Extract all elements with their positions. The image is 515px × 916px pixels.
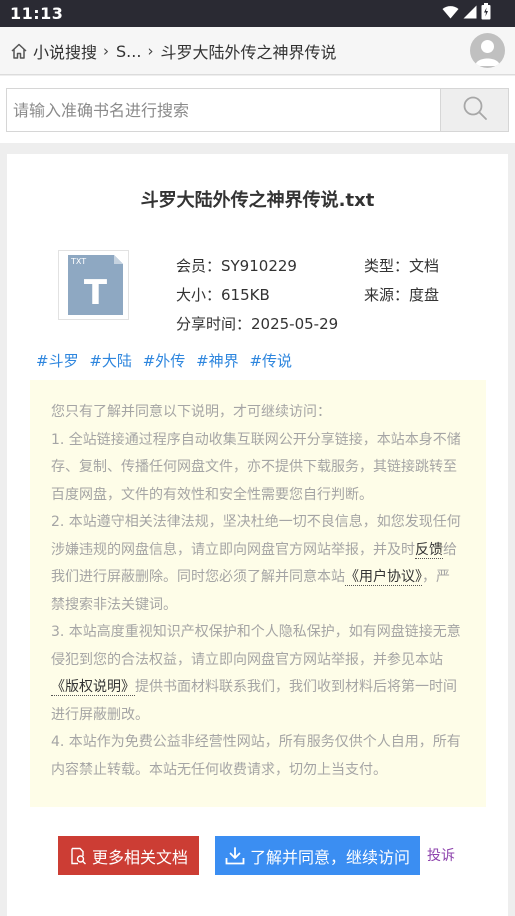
tag-link[interactable]: #大陆 (89, 352, 132, 370)
member-info: 会员：SY910229 (176, 257, 297, 275)
notice-item-1: 1. 全站链接通过程序自动收集互联网公开分享链接，本站本身不储存、复制、传播任何… (51, 431, 461, 503)
file-letter-text: T (84, 273, 108, 313)
user-agreement-link[interactable]: 《用户协议》 (345, 569, 422, 586)
search-icon (462, 95, 488, 125)
breadcrumb-item-category[interactable]: S... (116, 42, 141, 61)
breadcrumb-item-home[interactable]: 小说搜搜 (33, 39, 97, 63)
search-input[interactable] (7, 89, 441, 131)
report-link[interactable]: 投诉 (427, 845, 455, 865)
notice-text: 2. 本站遵守相关法律法规，坚决杜绝一切不良信息，如您发现任何涉嫌违规的网盘信息… (51, 514, 461, 558)
search-bar (0, 76, 515, 143)
home-icon[interactable] (10, 42, 28, 60)
feedback-link[interactable]: 反馈 (415, 541, 443, 559)
document-search-icon (71, 847, 86, 864)
status-bar: 11:13 (0, 0, 515, 27)
more-documents-label: 更多相关文档 (91, 847, 188, 867)
type-info: 类型：文档 (364, 257, 440, 275)
breadcrumb-separator-icon: › (103, 42, 110, 60)
share-time-info: 分享时间：2025-05-29 (176, 315, 339, 333)
notice-item-4: 4. 本站作为免费公益非经营性网站，所有服务仅供个人自用，所有内容禁止转载。本站… (51, 734, 461, 778)
notice-text: 3. 本站高度重视知识产权保护和个人隐私保护，如有网盘链接无意侵犯到您的合法权益… (51, 624, 461, 668)
tag-link[interactable]: #外传 (143, 352, 186, 370)
notice-item-3: 3. 本站高度重视知识产权保护和个人隐私保护，如有网盘链接无意侵犯到您的合法权益… (51, 619, 461, 729)
more-documents-button[interactable]: 更多相关文档 (58, 836, 199, 875)
document-title: 斗罗大陆外传之神界传说.txt (140, 190, 375, 211)
system-icons (442, 3, 491, 24)
txt-file-icon: TXT T (58, 250, 129, 320)
disclaimer-notice: 您只有了解并同意以下说明，才可继续访问： 1. 全站链接通过程序自动收集互联网公… (30, 380, 486, 807)
document-card: 斗罗大陆外传之神界传说.txt TXT T 会员：SY910229 类型：文档 … (7, 154, 508, 916)
breadcrumb-item-current: 斗罗大陆外传之神界传说 (160, 43, 337, 62)
notice-item-2: 2. 本站遵守相关法律法规，坚决杜绝一切不良信息，如您发现任何涉嫌违规的网盘信息… (51, 509, 461, 619)
tag-list: #斗罗 #大陆 #外传 #神界 #传说 (36, 350, 298, 371)
size-info: 大小：615KB (176, 286, 270, 304)
battery-icon (481, 3, 491, 24)
breadcrumb: 小说搜搜 › S... › 斗罗大陆外传之神界传说 (10, 39, 336, 63)
file-badge-text: TXT (70, 257, 86, 266)
tag-link[interactable]: #斗罗 (36, 352, 79, 370)
source-info: 来源：度盘 (364, 286, 440, 304)
search-button[interactable] (440, 89, 508, 131)
tag-link[interactable]: #神界 (196, 352, 239, 370)
signal-icon (463, 4, 477, 23)
avatar-icon[interactable] (470, 33, 505, 68)
top-navbar: 小说搜搜 › S... › 斗罗大陆外传之神界传说 (0, 27, 515, 75)
breadcrumb-separator-icon: › (147, 42, 154, 60)
wifi-icon (442, 4, 459, 23)
download-icon (225, 846, 245, 864)
tag-link[interactable]: #传说 (249, 352, 292, 370)
copyright-link[interactable]: 《版权说明》 (51, 679, 135, 696)
status-time: 11:13 (10, 4, 64, 23)
search-box (6, 88, 509, 132)
notice-intro: 您只有了解并同意以下说明，才可继续访问： (51, 404, 331, 420)
agree-continue-button[interactable]: 了解并同意，继续访问 (215, 836, 420, 875)
agree-continue-label: 了解并同意，继续访问 (249, 847, 410, 867)
